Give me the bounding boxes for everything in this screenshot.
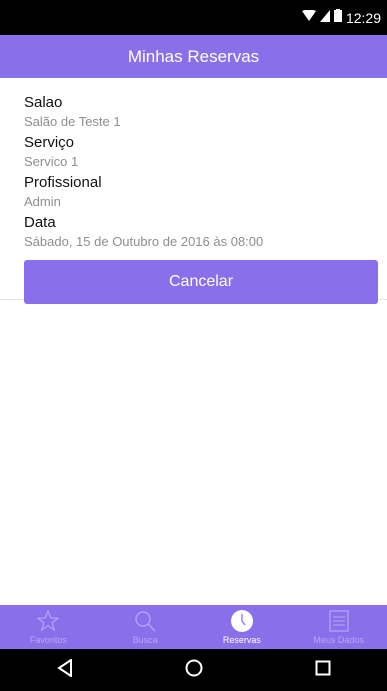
profissional-value: Admin	[24, 194, 61, 209]
tab-label: Meus Dados	[313, 635, 364, 645]
page-title: Minhas Reservas	[127, 46, 260, 66]
recents-button[interactable]	[293, 655, 353, 685]
battery-icon	[333, 9, 342, 27]
home-icon	[185, 659, 203, 682]
app-header: Minhas Reservas	[0, 35, 387, 78]
servico-label: Serviço	[24, 134, 75, 151]
tab-busca[interactable]: Busca	[97, 605, 194, 649]
salao-label: Salao	[24, 94, 63, 111]
status-bar: 12:29	[0, 0, 387, 35]
servico-value: Servico 1	[24, 154, 79, 169]
tab-favoritos[interactable]: Favoritos	[0, 605, 97, 649]
clock-icon	[229, 608, 255, 634]
tab-label: Reservas	[222, 635, 261, 645]
status-icons: 12:29	[301, 9, 381, 27]
status-time: 12:29	[345, 10, 381, 26]
profissional-label: Profissional	[24, 174, 102, 191]
tab-label: Favoritos	[29, 635, 67, 645]
tab-reservas[interactable]: Reservas	[194, 605, 291, 649]
data-field: Data Sábado, 15 de Outubro de 2016 às 08…	[24, 214, 263, 250]
servico-field: Serviço Servico 1	[24, 134, 78, 170]
bottom-tab-bar: Favoritos Busca Reservas Meus Dados	[0, 605, 387, 649]
tab-label: Busca	[132, 635, 158, 645]
star-icon	[35, 608, 61, 634]
salao-value: Salão de Teste 1	[24, 114, 121, 129]
list-icon	[326, 608, 352, 634]
system-nav-bar	[0, 649, 387, 691]
cancel-button[interactable]: Cancelar	[24, 260, 378, 304]
back-icon	[56, 657, 73, 682]
signal-icon	[319, 9, 330, 27]
home-button[interactable]	[164, 655, 224, 685]
data-label: Data	[24, 214, 56, 231]
data-value: Sábado, 15 de Outubro de 2016 às 08:00	[24, 234, 264, 249]
search-icon	[132, 608, 158, 634]
profissional-field: Profissional Admin	[24, 174, 102, 210]
recents-icon	[315, 660, 331, 681]
wifi-icon	[301, 9, 316, 27]
tab-meus-dados[interactable]: Meus Dados	[290, 605, 387, 649]
main-content: Salao Salão de Teste 1 Serviço Servico 1…	[0, 78, 387, 605]
salao-field: Salao Salão de Teste 1	[24, 94, 121, 130]
back-button[interactable]	[35, 655, 95, 685]
